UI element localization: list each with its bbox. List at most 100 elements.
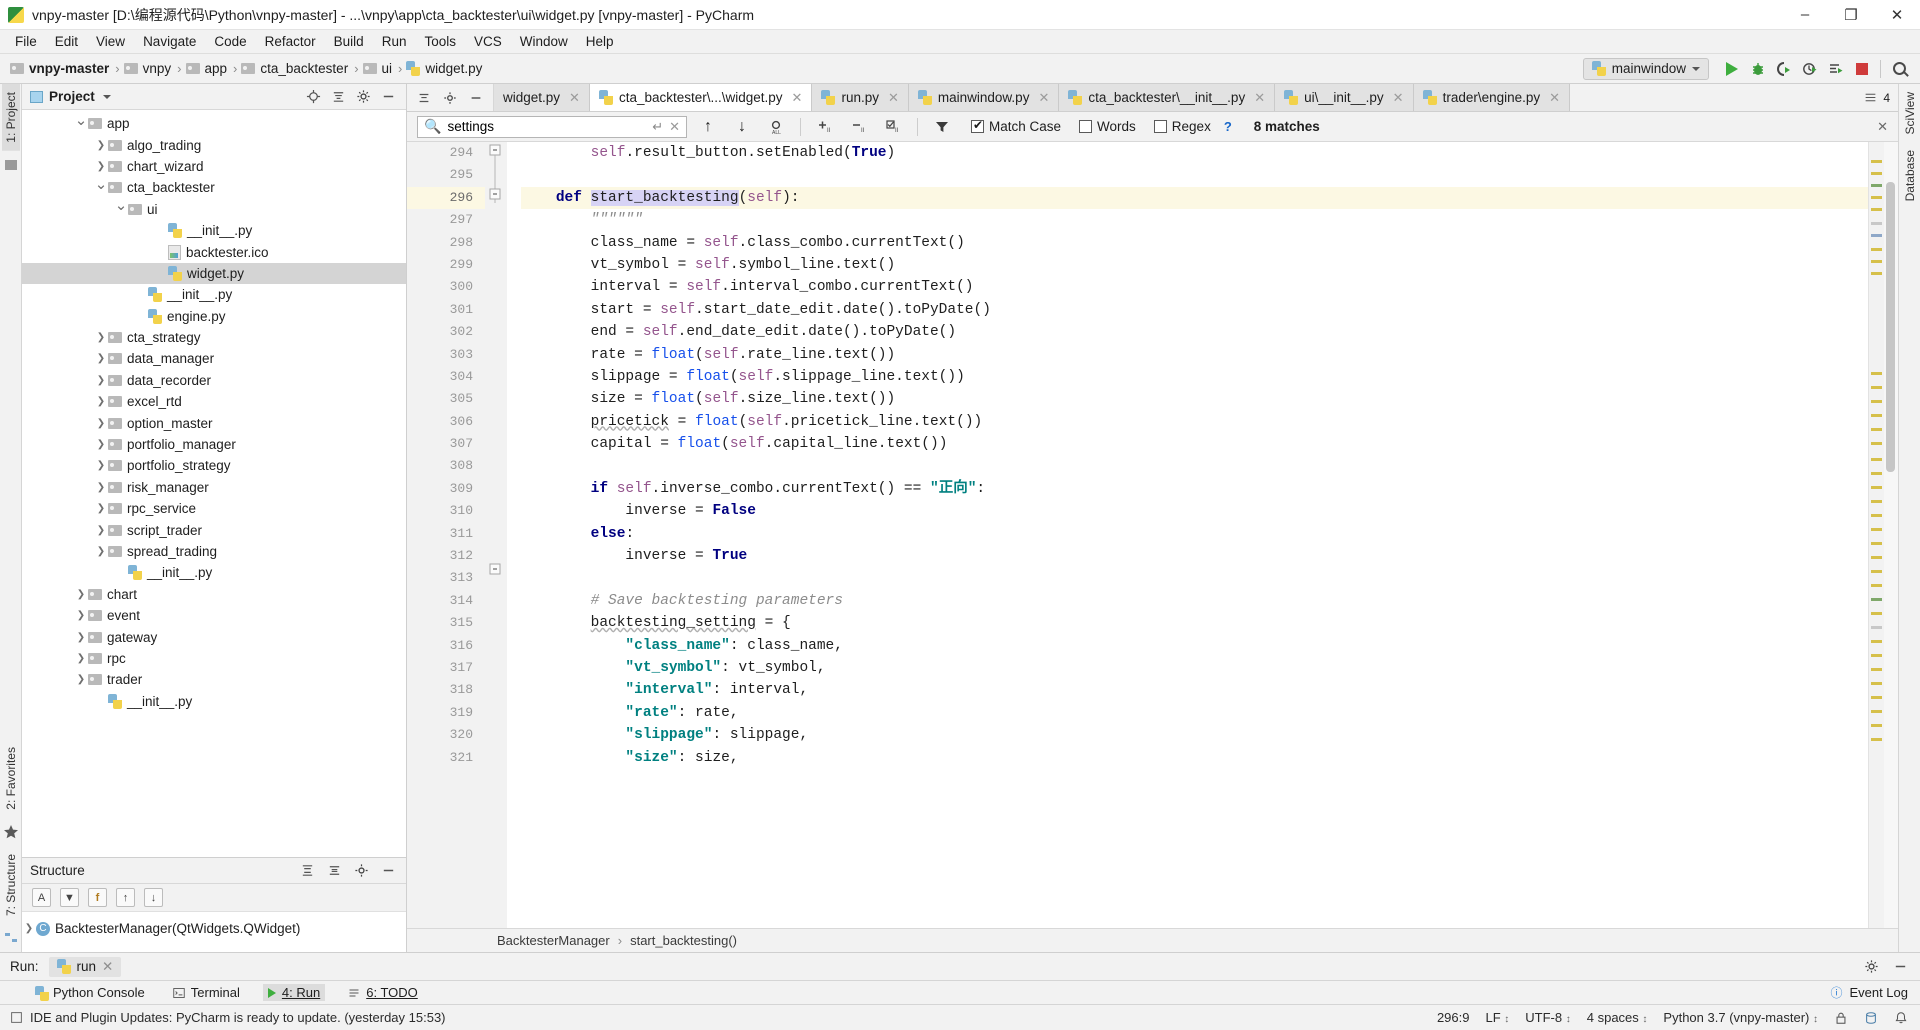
- error-stripe-mark[interactable]: [1871, 570, 1882, 573]
- lock-icon[interactable]: [1834, 1011, 1848, 1025]
- sidebar-tab-sciview[interactable]: SciView: [1901, 84, 1919, 142]
- error-stripe-mark[interactable]: [1871, 584, 1882, 587]
- select-all-occurrences-button[interactable]: ALL: [763, 115, 789, 139]
- words-checkbox[interactable]: Words: [1079, 119, 1136, 134]
- error-stripe-mark[interactable]: [1871, 222, 1882, 225]
- code-line[interactable]: vt_symbol = self.symbol_line.text(): [521, 254, 1868, 276]
- locate-icon[interactable]: [306, 89, 321, 104]
- line-number[interactable]: 298: [407, 232, 485, 254]
- code-line[interactable]: "interval": interval,: [521, 679, 1868, 701]
- line-number[interactable]: 321: [407, 747, 485, 769]
- scrollbar-thumb[interactable]: [1886, 182, 1895, 472]
- tree-item-rpc[interactable]: rpc: [22, 648, 406, 669]
- filter-icon[interactable]: ▼: [60, 888, 79, 907]
- line-number[interactable]: 305: [407, 388, 485, 410]
- python-interpreter[interactable]: Python 3.7 (vnpy-master) ↕: [1663, 1010, 1818, 1025]
- stop-button[interactable]: [1849, 57, 1875, 81]
- line-number[interactable]: 295: [407, 164, 485, 186]
- regex-checkbox[interactable]: Regex: [1153, 119, 1211, 134]
- hide-panel-icon[interactable]: [1893, 959, 1908, 974]
- run-with-console-button[interactable]: [1823, 57, 1849, 81]
- breadcrumb-item-cta-backtester[interactable]: cta_backtester: [241, 61, 348, 76]
- line-number[interactable]: 302: [407, 321, 485, 343]
- close-button[interactable]: ✕: [1874, 0, 1920, 30]
- hide-panel-icon[interactable]: [381, 863, 396, 878]
- chevron-right-icon[interactable]: [94, 375, 108, 386]
- line-number[interactable]: 301: [407, 299, 485, 321]
- tree-item-script-trader[interactable]: script_trader: [22, 519, 406, 540]
- settings-icon[interactable]: [356, 89, 371, 104]
- code-line[interactable]: interval = self.interval_combo.currentTe…: [521, 276, 1868, 298]
- chevron-right-icon[interactable]: [94, 503, 108, 514]
- close-icon[interactable]: ✕: [1254, 90, 1265, 106]
- tree-item-cta-strategy[interactable]: cta_strategy: [22, 327, 406, 348]
- chevron-right-icon[interactable]: [94, 140, 108, 151]
- editor-tab-trader-engine-py[interactable]: trader\engine.py ✕: [1413, 84, 1571, 111]
- bottom-tab-terminal[interactable]: Terminal: [168, 984, 245, 1001]
- tree-item-risk-manager[interactable]: risk_manager: [22, 477, 406, 498]
- remove-selection-button[interactable]: II: [846, 115, 872, 139]
- chevron-right-icon[interactable]: [74, 610, 88, 621]
- filter-button[interactable]: [929, 115, 955, 139]
- tree-item-ui[interactable]: ui: [22, 199, 406, 220]
- error-stripe-mark[interactable]: [1871, 372, 1882, 375]
- line-number[interactable]: 315: [407, 612, 485, 634]
- chevron-right-icon[interactable]: [94, 161, 108, 172]
- chevron-right-icon[interactable]: [94, 482, 108, 493]
- code-line[interactable]: self.result_button.setEnabled(True): [521, 142, 1868, 164]
- code-line[interactable]: "rate": rate,: [521, 702, 1868, 724]
- line-number[interactable]: 313: [407, 567, 485, 589]
- run-configuration-selector[interactable]: mainwindow: [1582, 57, 1709, 80]
- source-code[interactable]: self.result_button.setEnabled(True) def …: [507, 142, 1868, 928]
- menu-help[interactable]: Help: [577, 32, 623, 51]
- chevron-right-icon[interactable]: [74, 632, 88, 643]
- hide-panel-icon[interactable]: [469, 91, 483, 105]
- close-icon[interactable]: ✕: [1393, 90, 1404, 106]
- menu-view[interactable]: View: [87, 32, 134, 51]
- breadcrumb-item-app[interactable]: app: [185, 61, 227, 76]
- editor-tab-mainwindow-py[interactable]: mainwindow.py ✕: [908, 84, 1060, 111]
- breadcrumb-method[interactable]: start_backtesting(): [630, 933, 737, 948]
- error-stripe-mark[interactable]: [1871, 386, 1882, 389]
- chevron-right-icon[interactable]: [94, 418, 108, 429]
- error-stripe-mark[interactable]: [1871, 682, 1882, 685]
- line-number[interactable]: 309: [407, 478, 485, 500]
- error-stripe-mark[interactable]: [1871, 528, 1882, 531]
- chevron-down-icon[interactable]: [102, 94, 111, 99]
- structure-item[interactable]: C BacktesterManager(QtWidgets.QWidget): [22, 918, 406, 939]
- chevron-right-icon[interactable]: [74, 674, 88, 685]
- tree-item-portfolio-manager[interactable]: portfolio_manager: [22, 434, 406, 455]
- line-number[interactable]: 320: [407, 724, 485, 746]
- code-editor[interactable]: 294 295 296 297 298 299 300 301 302 303 304 305 306 3…: [407, 142, 1898, 928]
- line-number[interactable]: 314: [407, 590, 485, 612]
- select-all-matches-button[interactable]: II: [880, 115, 906, 139]
- tree-item-spread-trading[interactable]: spread_trading: [22, 541, 406, 562]
- error-stripe-mark[interactable]: [1871, 710, 1882, 713]
- fold-gutter[interactable]: [485, 142, 507, 928]
- chevron-down-icon[interactable]: [114, 200, 128, 218]
- line-number[interactable]: 299: [407, 254, 485, 276]
- line-number[interactable]: 306: [407, 411, 485, 433]
- collapse-all-icon[interactable]: [327, 863, 342, 878]
- code-line[interactable]: slippage = float(self.slippage_line.text…: [521, 366, 1868, 388]
- menu-run[interactable]: Run: [373, 32, 416, 51]
- breadcrumb-item-vnpy[interactable]: vnpy: [123, 61, 171, 76]
- code-line[interactable]: start = self.start_date_edit.date().toPy…: [521, 299, 1868, 321]
- line-number[interactable]: 296: [407, 186, 485, 210]
- prev-match-button[interactable]: ↑: [695, 115, 721, 139]
- chevron-right-icon[interactable]: [94, 353, 108, 364]
- run-tab[interactable]: run ✕: [48, 956, 122, 977]
- clear-icon[interactable]: ✕: [669, 119, 680, 135]
- tree-item-chart-wizard[interactable]: chart_wizard: [22, 156, 406, 177]
- settings-icon[interactable]: [443, 91, 457, 105]
- error-stripe-mark[interactable]: [1871, 248, 1882, 251]
- fields-icon[interactable]: f: [88, 888, 107, 907]
- error-stripe-mark[interactable]: [1871, 612, 1882, 615]
- error-stripe-mark[interactable]: [1871, 442, 1882, 445]
- code-line[interactable]: pricetick = float(self.pricetick_line.te…: [521, 411, 1868, 433]
- sidebar-tab-favorites[interactable]: 2: Favorites: [2, 739, 20, 818]
- inherited-members-icon[interactable]: ↑: [116, 888, 135, 907]
- error-stripe-mark[interactable]: [1871, 160, 1882, 163]
- editor-tab-widget-py[interactable]: widget.py ✕: [494, 84, 590, 111]
- error-stripe-mark[interactable]: [1871, 272, 1882, 275]
